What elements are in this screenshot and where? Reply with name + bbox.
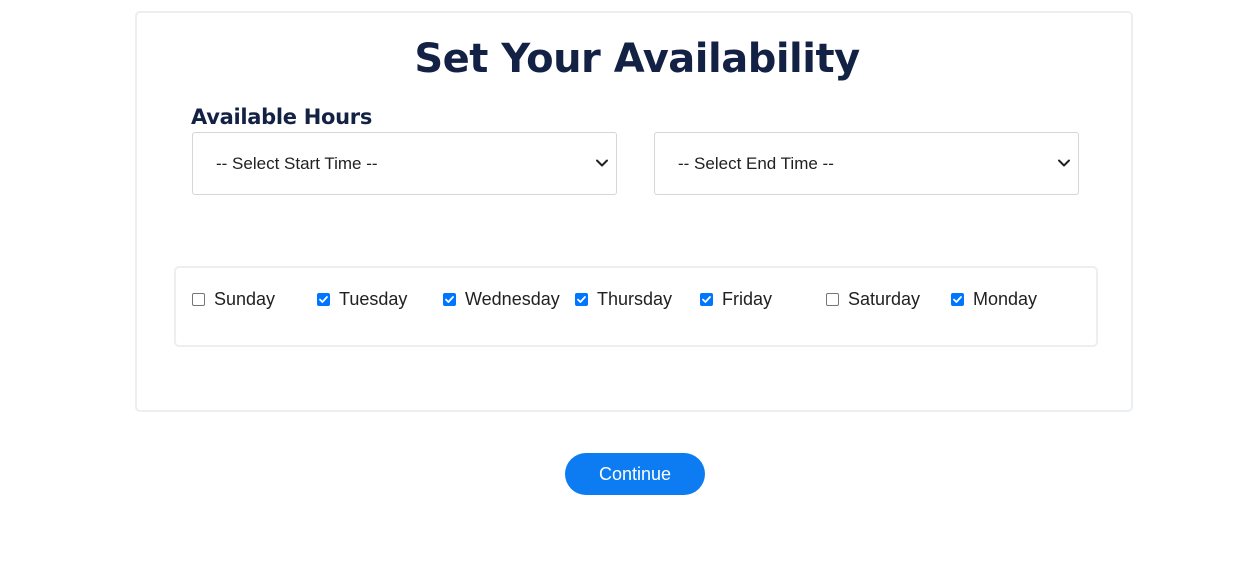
- start-time-select[interactable]: -- Select Start Time --: [192, 132, 617, 195]
- available-hours-label: Available Hours: [191, 105, 373, 129]
- day-checkbox[interactable]: [443, 292, 456, 306]
- day-option-sunday[interactable]: Sunday: [192, 288, 275, 310]
- day-checkbox[interactable]: [317, 292, 330, 306]
- availability-card: Set Your Availability Available Hours --…: [135, 11, 1133, 412]
- day-label: Monday: [973, 288, 1038, 309]
- end-time-value: -- Select End Time --: [678, 154, 834, 173]
- day-label: Sunday: [214, 288, 276, 309]
- checkmark-icon: [953, 295, 962, 303]
- day-option-monday[interactable]: Monday: [951, 288, 1037, 310]
- day-option-thursday[interactable]: Thursday: [575, 288, 672, 310]
- day-checkbox[interactable]: [700, 292, 713, 306]
- day-label: Saturday: [848, 288, 921, 309]
- continue-button[interactable]: Continue: [565, 453, 705, 495]
- chevron-down-icon: [596, 159, 608, 167]
- availability-page: Set Your Availability Available Hours --…: [0, 0, 1253, 569]
- day-option-friday[interactable]: Friday: [700, 288, 772, 310]
- day-option-tuesday[interactable]: Tuesday: [317, 288, 407, 310]
- day-option-wednesday[interactable]: Wednesday: [443, 288, 560, 310]
- start-time-value: -- Select Start Time --: [216, 154, 378, 173]
- day-checkbox[interactable]: [192, 292, 205, 306]
- day-option-saturday[interactable]: Saturday: [826, 288, 920, 310]
- days-of-week-group: Sunday Tuesday Wednesday Thursday Friday…: [174, 266, 1098, 347]
- day-label: Wednesday: [465, 288, 560, 309]
- chevron-down-icon: [1058, 159, 1070, 167]
- checkmark-icon: [445, 295, 454, 303]
- checkmark-icon: [702, 295, 711, 303]
- checkmark-icon: [577, 295, 586, 303]
- day-checkbox[interactable]: [826, 292, 839, 306]
- day-label: Thursday: [597, 288, 673, 309]
- day-checkbox[interactable]: [575, 292, 588, 306]
- day-label: Tuesday: [339, 288, 408, 309]
- page-title: Set Your Availability: [414, 36, 860, 82]
- end-time-select[interactable]: -- Select End Time --: [654, 132, 1079, 195]
- day-checkbox[interactable]: [951, 292, 964, 306]
- day-label: Friday: [722, 288, 773, 309]
- checkmark-icon: [319, 295, 328, 303]
